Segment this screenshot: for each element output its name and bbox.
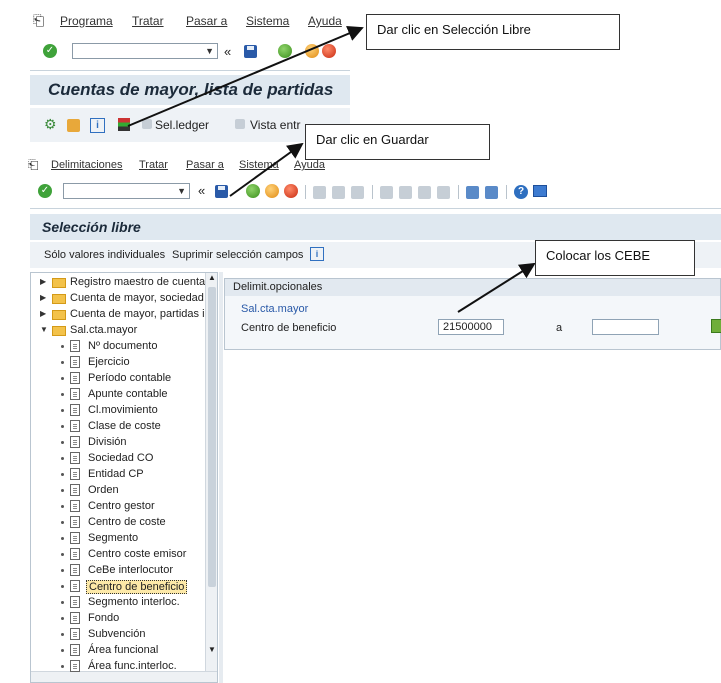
arrow-to-free-selection bbox=[127, 26, 364, 127]
note-free-selection: Dar clic en Selección Libre bbox=[366, 14, 620, 50]
note-save: Dar clic en Guardar bbox=[305, 124, 490, 160]
arrow-to-cebe bbox=[457, 262, 536, 313]
note-cebe: Colocar los CEBE bbox=[535, 240, 695, 276]
arrow-to-save bbox=[229, 142, 304, 197]
annotation-arrows bbox=[127, 26, 536, 313]
